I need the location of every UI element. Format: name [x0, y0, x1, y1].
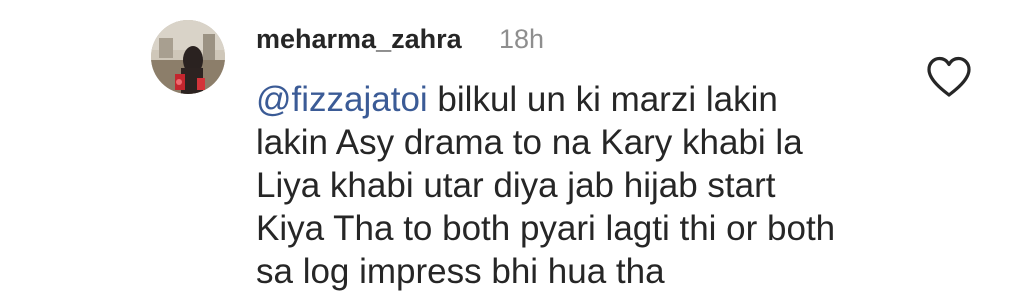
heart-outline-icon: [927, 56, 971, 97]
comment-line: Kiya Tha to both pyari lagti thi or both: [256, 209, 836, 248]
comment-line: @fizzajatoi bilkul un ki marzi lakin: [256, 78, 896, 121]
comment-line-text: bilkul un ki marzi lakin: [427, 80, 778, 119]
like-button[interactable]: [926, 56, 972, 98]
comment-line: sa log impress bhi hua tha: [256, 252, 665, 291]
avatar[interactable]: [151, 20, 225, 94]
comment-line: Liya khabi utar diya jab hijab start: [256, 166, 776, 205]
comment-username[interactable]: meharma_zahra: [256, 22, 462, 56]
comment-line: lakin Asy drama to na Kary khabi la: [256, 123, 803, 162]
comment-timestamp: 18h: [499, 24, 545, 54]
mention-link[interactable]: @fizzajatoi: [256, 80, 428, 119]
comment-text: @fizzajatoi bilkul un ki marzi lakin lak…: [256, 78, 896, 293]
avatar-image: [151, 20, 225, 94]
comment: meharma_zahra 18h @fizzajatoi bilkul un …: [0, 0, 1024, 299]
